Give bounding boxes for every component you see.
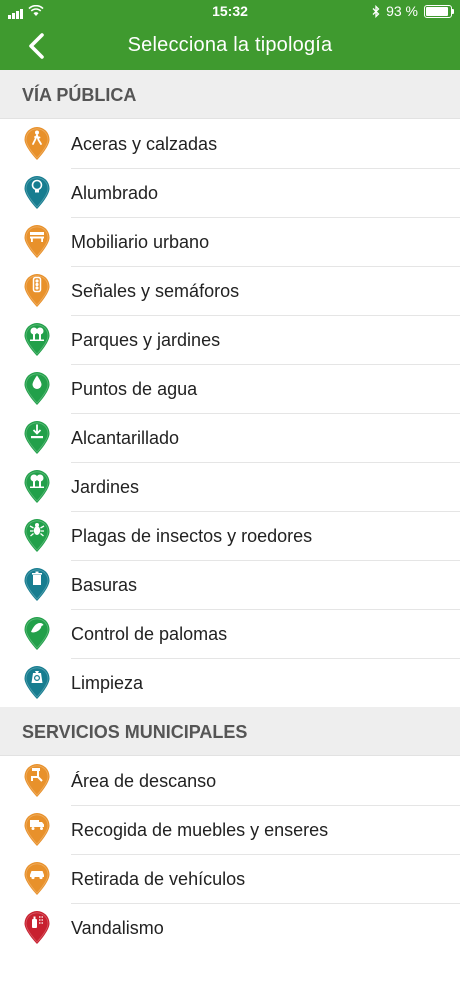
drain-icon (24, 421, 50, 454)
list-item-label: Puntos de agua (71, 364, 460, 414)
list-item[interactable]: Parques y jardines (0, 315, 460, 365)
page-title: Selecciona la tipología (127, 34, 333, 56)
list-item[interactable]: Retirada de vehículos (0, 854, 460, 904)
bluetooth-icon (372, 4, 380, 18)
list-item-label: Retirada de vehículos (71, 854, 460, 904)
recycle-bag-icon (24, 666, 50, 699)
list-item-label: Control de palomas (71, 609, 460, 659)
list-item-label: Señales y semáforos (71, 266, 460, 316)
list-item[interactable]: Vandalismo (0, 903, 460, 952)
list-item[interactable]: Control de palomas (0, 609, 460, 659)
bug-icon (24, 519, 50, 552)
truck-icon (24, 813, 50, 846)
list-item[interactable]: Alumbrado (0, 168, 460, 218)
list-item[interactable]: Recogida de muebles y enseres (0, 805, 460, 855)
list-item[interactable]: Señales y semáforos (0, 266, 460, 316)
rest-area-icon (24, 764, 50, 797)
list-item-label: Alumbrado (71, 168, 460, 218)
battery-fill (426, 6, 449, 16)
list-item[interactable]: Puntos de agua (0, 364, 460, 414)
light-bulb-icon (24, 176, 50, 209)
battery-percent: 93 % (386, 3, 418, 19)
list-item-label: Área de descanso (71, 756, 460, 806)
status-right: 93 % (372, 3, 454, 19)
list-item-label: Alcantarillado (71, 413, 460, 463)
section-list: Área de descanso Recogida de muebles y en… (0, 756, 460, 952)
list-item-label: Limpieza (71, 673, 144, 693)
water-drop-icon (24, 372, 50, 405)
pigeon-icon (24, 617, 50, 650)
park-tree-icon (24, 323, 50, 356)
status-bar: 15:32 93 % (0, 0, 460, 22)
trash-icon (24, 568, 50, 601)
list-item-label: Vandalismo (71, 918, 164, 938)
garden-tree-icon (24, 470, 50, 503)
section-header: VÍA PÚBLICA (0, 70, 460, 119)
list-item-label: Aceras y calzadas (71, 119, 460, 169)
typology-list: VÍA PÚBLICA Aceras y calzadas Alumbrado Mo… (0, 70, 460, 952)
graffiti-icon (24, 911, 50, 944)
section-header: SERVICIOS MUNICIPALES (0, 707, 460, 756)
list-item-label: Mobiliario urbano (71, 217, 460, 267)
car-icon (24, 862, 50, 895)
nav-bar: Selecciona la tipología (0, 22, 460, 70)
pedestrian-icon (24, 127, 50, 160)
section-via-publica: VÍA PÚBLICA Aceras y calzadas Alumbrado Mo… (0, 70, 460, 707)
bench-icon (24, 225, 50, 258)
section-list: Aceras y calzadas Alumbrado Mobiliario urb… (0, 119, 460, 707)
list-item-label: Basuras (71, 560, 460, 610)
list-item[interactable]: Área de descanso (0, 756, 460, 806)
list-item-label: Parques y jardines (71, 315, 460, 365)
list-item[interactable]: Plagas de insectos y roedores (0, 511, 460, 561)
section-servicios-municipales: SERVICIOS MUNICIPALES Área de descanso Re… (0, 707, 460, 952)
list-item[interactable]: Mobiliario urbano (0, 217, 460, 267)
app-header: 15:32 93 % Selecciona la tipología (0, 0, 460, 70)
list-item[interactable]: Basuras (0, 560, 460, 610)
battery-icon (424, 4, 454, 18)
list-item-label: Recogida de muebles y enseres (71, 805, 460, 855)
list-item[interactable]: Aceras y calzadas (0, 119, 460, 169)
list-item[interactable]: Limpieza (0, 658, 460, 707)
list-item[interactable]: Alcantarillado (0, 413, 460, 463)
list-item[interactable]: Jardines (0, 462, 460, 512)
traffic-light-icon (24, 274, 50, 307)
list-item-label: Jardines (71, 462, 460, 512)
list-item-label: Plagas de insectos y roedores (71, 511, 460, 561)
